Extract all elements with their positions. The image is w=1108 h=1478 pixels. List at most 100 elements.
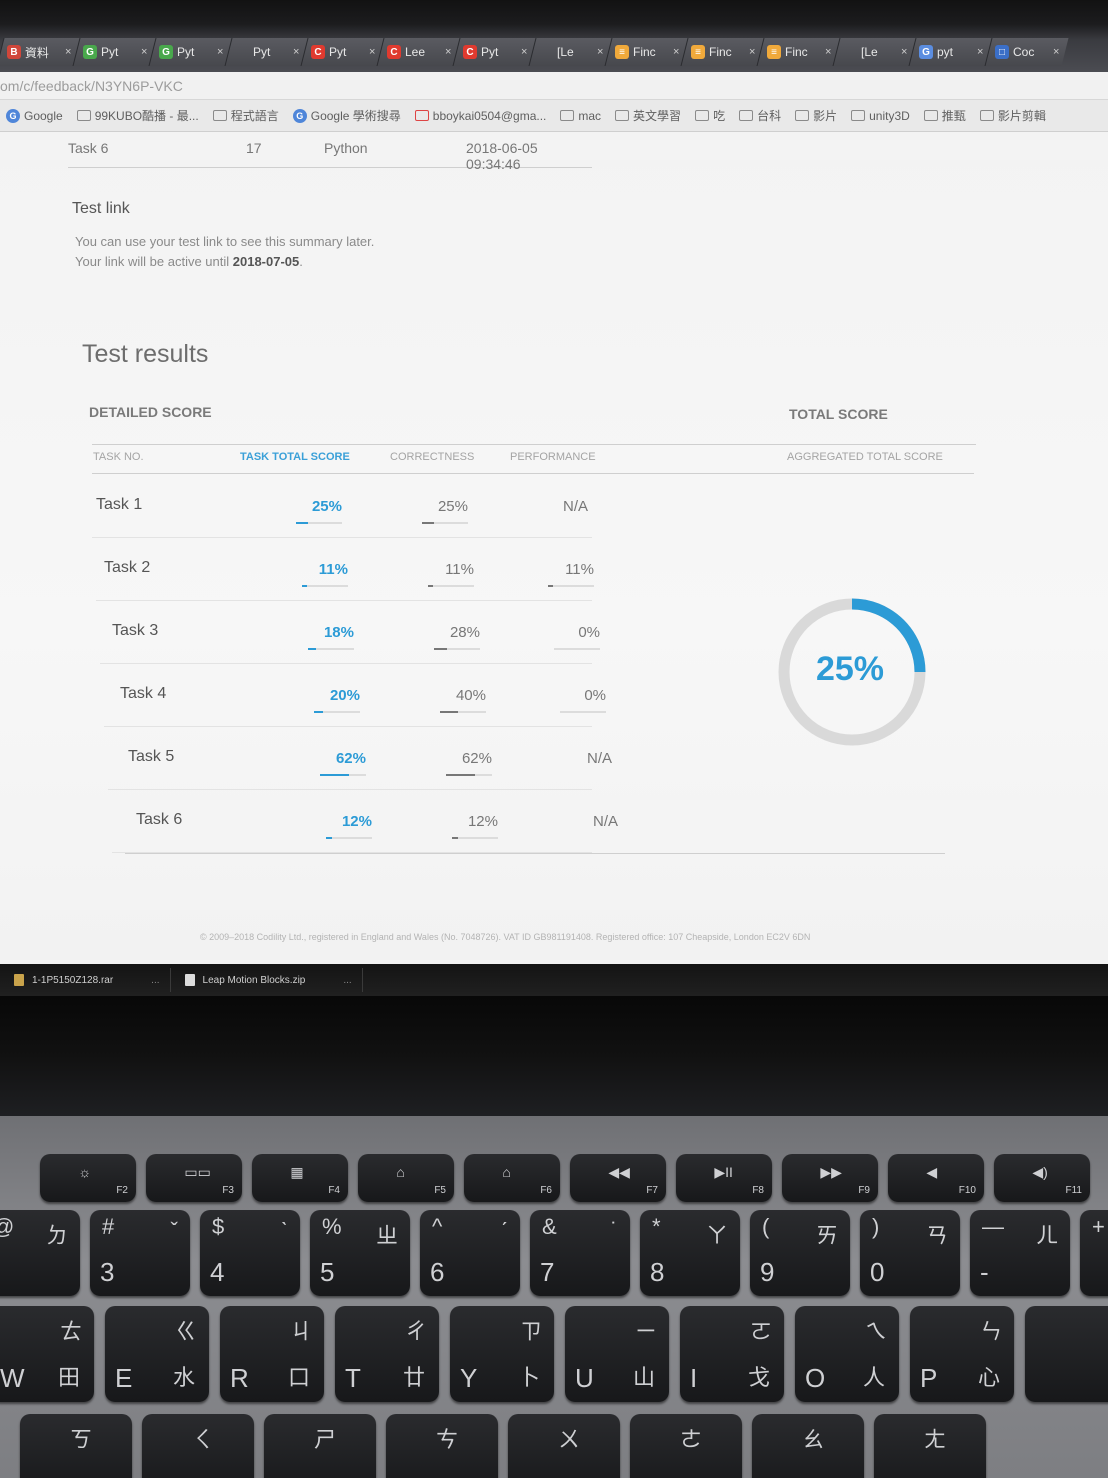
browser-tab[interactable]: ≡ Finc × xyxy=(680,38,765,66)
bookmark-item[interactable]: G Google xyxy=(6,108,63,123)
task-row[interactable]: Task 5 62% 62% N/A xyxy=(108,728,612,790)
task-row[interactable]: Task 6 12% 12% N/A xyxy=(112,791,618,853)
browser-tab[interactable]: □ Coc × xyxy=(984,38,1069,66)
function-key[interactable]: ▶▶ F9 xyxy=(782,1154,878,1202)
tab-close-icon[interactable]: × xyxy=(141,46,147,58)
browser-tab[interactable]: C Lee × xyxy=(376,38,461,66)
letter-key[interactable]: ㄗ Y 卜 xyxy=(450,1306,554,1402)
function-key[interactable]: ◀◀ F7 xyxy=(570,1154,666,1202)
letter-key[interactable]: ㄤ xyxy=(874,1414,986,1478)
function-key[interactable]: ◀ F10 xyxy=(888,1154,984,1202)
url-text[interactable]: om/c/feedback/N3YN6P-VKC xyxy=(0,78,183,94)
download-menu-icon[interactable]: ... xyxy=(151,975,159,986)
bookmark-item[interactable]: 台科 xyxy=(739,107,781,124)
detailed-score-label: DETAILED SCORE xyxy=(89,404,212,420)
number-key[interactable]: & ˙ 7 xyxy=(530,1210,630,1296)
bookmark-item[interactable]: 99KUBO酷播 - 最... xyxy=(76,107,199,124)
download-menu-icon[interactable]: ... xyxy=(343,975,351,986)
bookmark-item[interactable]: 程式語言 xyxy=(212,107,279,124)
task-row[interactable]: Task 4 20% 40% 0% xyxy=(104,665,606,727)
browser-tab[interactable]: C Pyt × xyxy=(452,38,537,66)
tab-close-icon[interactable]: × xyxy=(1053,46,1059,58)
task-row[interactable]: Task 3 18% 28% 0% xyxy=(100,602,600,664)
number-key[interactable]: ^ ˊ 6 xyxy=(420,1210,520,1296)
tab-close-icon[interactable]: × xyxy=(597,46,603,58)
bookmark-item[interactable]: 影片剪輯 xyxy=(979,107,1046,124)
tab-close-icon[interactable]: × xyxy=(977,46,983,58)
bookmark-item[interactable]: 英文學習 xyxy=(615,107,681,124)
letter-key[interactable]: ㄛ I 戈 xyxy=(680,1306,784,1402)
letter-key[interactable]: ㄘ xyxy=(386,1414,498,1478)
tab-close-icon[interactable]: × xyxy=(217,46,223,58)
column-task-no: TASK NO. xyxy=(93,451,144,463)
number-key[interactable]: — ㄦ - xyxy=(970,1210,1070,1296)
bookmark-item[interactable]: bboykai0504@gma... xyxy=(414,109,546,123)
address-bar[interactable]: om/c/feedback/N3YN6P-VKC xyxy=(0,72,1108,100)
letter-key[interactable]: ㄧ U 山 xyxy=(565,1306,669,1402)
tab-close-icon[interactable]: × xyxy=(65,46,71,58)
letter-key[interactable]: ㄎ xyxy=(20,1414,132,1478)
letter-key[interactable]: ㄊ W 田 xyxy=(0,1306,94,1402)
browser-tab[interactable]: Pyt × xyxy=(224,38,309,66)
function-key[interactable]: ▦ F4 xyxy=(252,1154,348,1202)
number-key[interactable]: # ˇ 3 xyxy=(90,1210,190,1296)
function-key[interactable]: ☼ F2 xyxy=(40,1154,136,1202)
number-key[interactable]: * ㄚ 8 xyxy=(640,1210,740,1296)
browser-tab[interactable]: [Le × xyxy=(528,38,613,66)
bookmark-item[interactable]: 推甄 xyxy=(923,107,966,124)
tab-close-icon[interactable]: × xyxy=(445,46,451,58)
function-key[interactable]: ▶II F8 xyxy=(676,1154,772,1202)
letter-key[interactable]: ㄔ T 廿 xyxy=(335,1306,439,1402)
letter-key[interactable]: ㄍ E 水 xyxy=(105,1306,209,1402)
bookmark-item[interactable]: 吃 xyxy=(695,107,725,124)
browser-tab[interactable]: [Le × xyxy=(832,38,917,66)
column-correctness[interactable]: CORRECTNESS xyxy=(390,451,474,463)
browser-tab[interactable]: B 資料 × xyxy=(0,38,81,66)
tab-close-icon[interactable]: × xyxy=(749,46,755,58)
tab-close-icon[interactable]: × xyxy=(901,46,907,58)
number-key[interactable]: $ ˋ 4 xyxy=(200,1210,300,1296)
letter-key[interactable]: ㄨ xyxy=(508,1414,620,1478)
function-key[interactable]: ▭▭ F3 xyxy=(146,1154,242,1202)
browser-tab[interactable]: ≡ Finc × xyxy=(756,38,841,66)
browser-tab[interactable]: Gpyt × xyxy=(908,38,993,66)
task-row[interactable]: Task 2 11% 11% 11% xyxy=(96,539,594,601)
column-performance[interactable]: PERFORMANCE xyxy=(510,451,596,463)
browser-tab[interactable]: G Pyt × xyxy=(148,38,233,66)
key-main: T xyxy=(345,1363,361,1393)
tab-close-icon[interactable]: × xyxy=(369,46,375,58)
number-key[interactable]: (ㄞ 9 xyxy=(750,1210,850,1296)
tab-close-icon[interactable]: × xyxy=(825,46,831,58)
bookmark-item[interactable]: G Google 學術搜尋 xyxy=(292,107,401,124)
number-key[interactable]: % ㄓ 5 xyxy=(310,1210,410,1296)
letter-key[interactable]: ㄑ xyxy=(142,1414,254,1478)
tab-close-icon[interactable]: × xyxy=(673,46,679,58)
bookmark-item[interactable]: mac xyxy=(560,109,601,123)
letter-key[interactable]: ㄕ xyxy=(264,1414,376,1478)
function-key[interactable]: ⌂ F6 xyxy=(464,1154,560,1202)
key-shift-symbol: + xyxy=(1092,1214,1105,1239)
function-key[interactable]: ⌂ F5 xyxy=(358,1154,454,1202)
browser-tab[interactable]: C Pyt × xyxy=(300,38,385,66)
browser-tab[interactable]: ≡ Finc × xyxy=(604,38,689,66)
letter-key[interactable]: ㄟ O 人 xyxy=(795,1306,899,1402)
bookmark-item[interactable]: unity3D xyxy=(851,109,910,123)
letter-key[interactable]: ㄣ P 心 xyxy=(910,1306,1014,1402)
letter-key[interactable]: ㄠ xyxy=(752,1414,864,1478)
tab-close-icon[interactable]: × xyxy=(521,46,527,58)
number-key[interactable]: @ㄉ xyxy=(0,1210,80,1296)
browser-tab[interactable]: G Pyt × xyxy=(72,38,157,66)
letter-key[interactable]: ㄜ xyxy=(630,1414,742,1478)
function-key[interactable]: ◀) F11 xyxy=(994,1154,1090,1202)
download-item[interactable]: Leap Motion Blocks.zip... xyxy=(171,968,363,992)
letter-key[interactable]: ㄐ R 口 xyxy=(220,1306,324,1402)
number-key[interactable]: ) ㄢ 0 xyxy=(860,1210,960,1296)
tab-close-icon[interactable]: × xyxy=(293,46,299,58)
download-item[interactable]: 1-1P5150Z128.rar... xyxy=(0,968,171,992)
column-task-total-score[interactable]: TASK TOTAL SCORE xyxy=(240,451,350,463)
task-row[interactable]: Task 1 25% 25% N/A xyxy=(92,476,592,538)
letter-key[interactable]: { xyxy=(1025,1306,1108,1402)
folder-icon xyxy=(739,110,754,121)
bookmark-item[interactable]: 影片 xyxy=(795,107,837,124)
number-key[interactable]: + xyxy=(1080,1210,1108,1296)
